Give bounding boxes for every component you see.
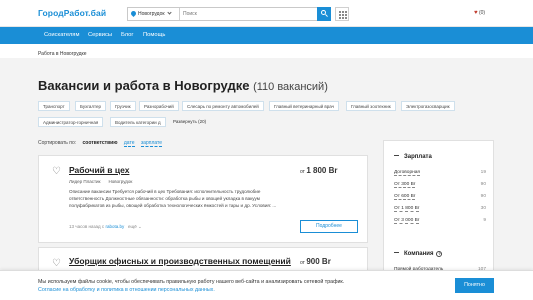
menu-grid-button[interactable]	[335, 7, 349, 21]
vacancy-description: Описание вакансии Требуется рабочий в це…	[69, 189, 277, 208]
search-bar: Новогрудок	[127, 7, 331, 21]
collapse-icon	[394, 252, 399, 253]
favorite-heart-icon[interactable]: ♡	[52, 166, 61, 177]
expand-tags-button[interactable]: Развернуть (20)	[169, 117, 210, 127]
city-name: Новогрудок	[138, 11, 165, 17]
vacancy-count: (110 вакансий)	[253, 81, 328, 93]
salary-filter-option[interactable]: От 300 Br 90	[394, 182, 486, 188]
vacancy-salary: от 1 800 Br	[300, 166, 338, 175]
more-menu[interactable]: ещё	[128, 224, 137, 229]
tag-item[interactable]: Слесарь по ремонту автомобилей	[182, 101, 264, 111]
salary-filter-option[interactable]: От 3 000 Br 9	[394, 218, 486, 224]
tag-item[interactable]: Главный ветеринарный врач	[269, 101, 340, 111]
company-name[interactable]: Лидер Пластик	[69, 179, 101, 184]
breadcrumb[interactable]: Работа в Новогрудке	[38, 51, 87, 57]
main-nav: Соискателям Сервисы Блог Помощь	[0, 27, 533, 44]
sort-bar: Сортировать по: соответствию дате зарпла…	[38, 140, 163, 147]
cookie-banner: Мы используем файлы cookie, чтобы обеспе…	[0, 270, 533, 300]
tag-item[interactable]: Бухгалтер	[75, 101, 107, 111]
nav-help[interactable]: Помощь	[143, 32, 165, 38]
details-button[interactable]: Подробнее	[300, 220, 358, 233]
chevron-down-icon: ⌄	[137, 224, 142, 229]
vacancy-time: 13 часов назад с rabota.by ещё ⌄	[69, 224, 142, 229]
site-logo[interactable]: ГородРабот.бай	[38, 8, 106, 18]
tag-item[interactable]: Грузчик	[110, 101, 136, 111]
tag-item[interactable]: Водитель категории д	[110, 117, 166, 127]
tag-item[interactable]: Электрогазосварщик	[401, 101, 455, 111]
vacancy-title[interactable]: Рабочий в цех	[69, 165, 129, 175]
sort-relevance[interactable]: соответствию	[83, 140, 118, 146]
vacancy-card: ♡ Рабочий в цех Лидер Пластик Новогрудок …	[38, 155, 368, 243]
source-link[interactable]: rabota.by	[105, 224, 124, 229]
tag-item[interactable]: Разнорабочий	[139, 101, 179, 111]
page-title: Вакансии и работа в Новогрудке (110 вака…	[38, 78, 328, 93]
favorites-count: (0)	[478, 10, 486, 16]
search-button[interactable]	[317, 7, 331, 21]
sort-date[interactable]: дате	[123, 140, 135, 147]
vacancy-meta: Лидер Пластик Новогрудок	[69, 179, 132, 184]
tag-item[interactable]: Администратор-горничная	[38, 117, 104, 127]
search-input[interactable]	[183, 8, 313, 20]
nav-blog[interactable]: Блог	[121, 32, 134, 38]
vacancy-salary: от 900 Br	[300, 257, 331, 266]
company-filter-header[interactable]: Компания?	[394, 251, 443, 257]
salary-filter-option[interactable]: От 1 800 Br 30	[394, 206, 486, 212]
tag-item[interactable]: Главный зоотехник	[346, 101, 396, 111]
vacancy-title[interactable]: Уборщик офисных и производственных помещ…	[69, 256, 291, 266]
favorites-link[interactable]: ♥ (0)	[474, 10, 485, 16]
salary-filter-option[interactable]: От 600 Br 90	[394, 194, 486, 200]
collapse-icon	[394, 155, 399, 156]
salary-filter-header[interactable]: Зарплата	[394, 154, 432, 160]
privacy-policy-link[interactable]: Согласие на обработку и политика в отнош…	[38, 287, 215, 293]
top-header: ГородРабот.бай Новогрудок ♥ (0)	[0, 0, 533, 27]
tag-item[interactable]: Транспорт	[38, 101, 70, 111]
city-selector[interactable]: Новогрудок	[128, 8, 180, 20]
sort-salary[interactable]: зарплате	[140, 140, 163, 147]
heart-icon: ♥	[474, 10, 478, 16]
nav-job-seekers[interactable]: Соискателям	[44, 32, 79, 38]
nav-services[interactable]: Сервисы	[88, 32, 112, 38]
location-pin-icon	[129, 9, 138, 18]
salary-filter-option[interactable]: Договорная 19	[394, 170, 486, 176]
chevron-down-icon	[166, 10, 172, 15]
vacancy-city: Новогрудок	[108, 179, 133, 184]
help-icon[interactable]: ?	[436, 251, 443, 257]
favorite-heart-icon[interactable]: ♡	[52, 258, 61, 269]
accept-cookies-button[interactable]: Понятно	[455, 278, 494, 293]
cookie-text: Мы используем файлы cookie, чтобы обеспе…	[38, 279, 345, 285]
